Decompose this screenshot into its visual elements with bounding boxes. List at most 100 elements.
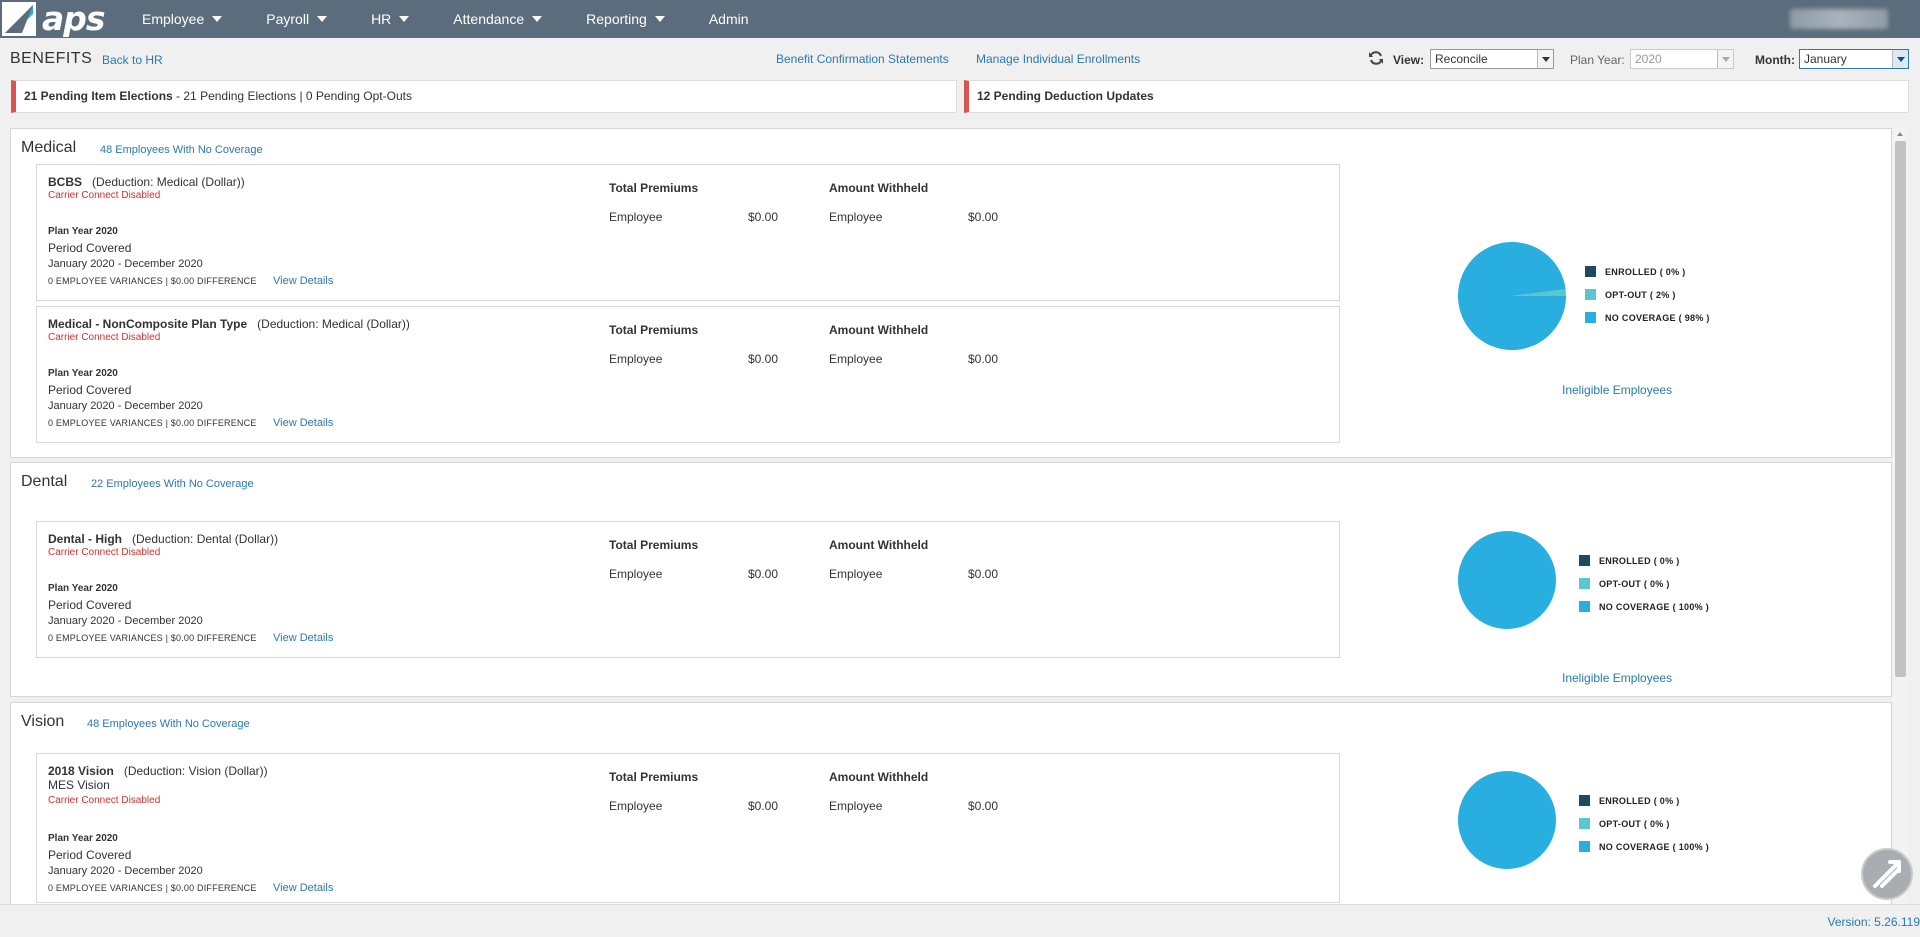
legend-enrolled-label: ENROLLED ( 0% ): [1599, 795, 1680, 806]
help-launcher-button[interactable]: [1861, 848, 1913, 900]
legend-optout: OPT-OUT ( 2% ): [1585, 283, 1710, 306]
plan-deduction: (Deduction: Dental (Dollar)): [132, 532, 279, 546]
pending-elections-banner[interactable]: 21 Pending Item Elections - 21 Pending E…: [11, 80, 957, 113]
plan-year-select[interactable]: 2020: [1630, 49, 1734, 69]
page-title: BENEFITS: [10, 50, 93, 67]
variances: 0 EMPLOYEE VARIANCES | $0.00 DIFFERENCE: [48, 418, 257, 428]
no-coverage-link[interactable]: 48 Employees With No Coverage: [100, 144, 263, 156]
version-text: Version: 5.26.119: [1827, 915, 1920, 929]
pending-elections-count: 21 Pending Item Elections: [24, 89, 173, 103]
plan-year: Plan Year 2020: [48, 583, 118, 594]
legend-swatch-optout: [1579, 578, 1590, 589]
legend-optout: OPT-OUT ( 0% ): [1579, 812, 1709, 835]
amount-withheld-header: Amount Withheld: [829, 770, 929, 784]
chevron-down-icon: [1537, 50, 1553, 68]
refresh-icon[interactable]: [1368, 50, 1384, 66]
withheld-employee-value: $0.00: [968, 210, 999, 224]
amount-withheld-header: Amount Withheld: [829, 538, 929, 552]
legend-nocoverage-label: NO COVERAGE ( 98% ): [1605, 312, 1710, 323]
withheld-employee-label: Employee: [829, 210, 883, 224]
nav-reporting[interactable]: Reporting: [586, 11, 665, 27]
manage-enrollments-link[interactable]: Manage Individual Enrollments: [976, 52, 1140, 66]
carrier-status: Carrier Connect Disabled: [48, 795, 161, 806]
legend-swatch-optout: [1585, 289, 1596, 300]
premium-employee-label: Employee: [609, 567, 663, 581]
view-label: View:: [1393, 53, 1425, 67]
chevron-down-icon: [532, 16, 543, 22]
withheld-employee-value: $0.00: [968, 799, 999, 813]
legend-optout-label: OPT-OUT ( 2% ): [1605, 289, 1676, 300]
pie-legend: ENROLLED ( 0% ) OPT-OUT ( 0% ) NO COVERA…: [1579, 549, 1709, 618]
no-coverage-link[interactable]: 22 Employees With No Coverage: [91, 478, 254, 490]
coverage-pie-chart: [1458, 771, 1556, 869]
view-details-link[interactable]: View Details: [273, 882, 333, 894]
withheld-employee-label: Employee: [829, 567, 883, 581]
benefit-confirmation-link[interactable]: Benefit Confirmation Statements: [776, 52, 949, 66]
legend-enrolled-label: ENROLLED ( 0% ): [1599, 555, 1680, 566]
total-premiums-header: Total Premiums: [609, 181, 699, 195]
legend-swatch-optout: [1579, 818, 1590, 829]
plan-name-line: BCBS (Deduction: Medical (Dollar)): [48, 175, 245, 189]
page-header: BENEFITS Back to HR Benefit Confirmation…: [0, 38, 1920, 78]
pie-legend: ENROLLED ( 0% ) OPT-OUT ( 2% ) NO COVERA…: [1585, 260, 1710, 329]
no-coverage-link[interactable]: 48 Employees With No Coverage: [87, 718, 250, 730]
section-dental: Dental 22 Employees With No Coverage Den…: [10, 462, 1892, 697]
nav-attendance[interactable]: Attendance: [453, 11, 543, 27]
nav-attendance-label: Attendance: [453, 11, 525, 27]
withheld-employee-value: $0.00: [968, 352, 999, 366]
carrier-status: Carrier Connect Disabled: [48, 190, 161, 201]
nav-admin-label: Admin: [708, 11, 749, 27]
legend-swatch-nocoverage: [1585, 312, 1596, 323]
back-to-hr-link[interactable]: Back to HR: [102, 53, 163, 67]
plan-deduction: (Deduction: Medical (Dollar)): [257, 317, 410, 331]
footer: Version: 5.26.119: [0, 904, 1920, 937]
scrollbar-thumb[interactable]: [1895, 141, 1906, 677]
chevron-down-icon: [1717, 50, 1733, 68]
premium-employee-label: Employee: [609, 210, 663, 224]
plan-year-label: Plan Year:: [1570, 53, 1625, 67]
plan-year-select-value: 2020: [1635, 52, 1662, 66]
nav-reporting-label: Reporting: [586, 11, 647, 27]
legend-optout: OPT-OUT ( 0% ): [1579, 572, 1709, 595]
nav-hr[interactable]: HR: [371, 11, 410, 27]
content-scrollbar[interactable]: [1893, 128, 1907, 904]
variances: 0 EMPLOYEE VARIANCES | $0.00 DIFFERENCE: [48, 633, 257, 643]
pie-legend: ENROLLED ( 0% ) OPT-OUT ( 0% ) NO COVERA…: [1579, 789, 1709, 858]
plan-name-line: Dental - High (Deduction: Dental (Dollar…: [48, 532, 278, 546]
month-select[interactable]: January: [1799, 49, 1909, 69]
scroll-up-icon[interactable]: [1893, 128, 1907, 140]
plan-card: BCBS (Deduction: Medical (Dollar)) Carri…: [36, 164, 1340, 301]
benefits-list: Medical 48 Employees With No Coverage BC…: [10, 128, 1892, 904]
premium-employee-value: $0.00: [748, 210, 779, 224]
view-select[interactable]: Reconcile: [1430, 49, 1554, 69]
view-details-link[interactable]: View Details: [273, 417, 333, 429]
pending-deductions-banner[interactable]: 12 Pending Deduction Updates: [964, 80, 1909, 113]
plan-deduction: (Deduction: Medical (Dollar)): [92, 175, 245, 189]
premium-employee-label: Employee: [609, 799, 663, 813]
aps-logo[interactable]: aps: [0, 0, 125, 38]
pie-slice-nocoverage: [1458, 771, 1556, 869]
legend-nocoverage-label: NO COVERAGE ( 100% ): [1599, 841, 1710, 852]
legend-nocoverage: NO COVERAGE ( 100% ): [1579, 595, 1709, 618]
plan-year: Plan Year 2020: [48, 833, 118, 844]
ineligible-employees-link[interactable]: Ineligible Employees: [1562, 383, 1672, 397]
withheld-employee-label: Employee: [829, 352, 883, 366]
nav-employee[interactable]: Employee: [142, 11, 223, 27]
legend-enrolled: ENROLLED ( 0% ): [1579, 789, 1709, 812]
coverage-pie-chart: [1458, 531, 1556, 629]
pie-slice-nocoverage: [1458, 531, 1556, 629]
legend-enrolled: ENROLLED ( 0% ): [1585, 260, 1710, 283]
view-details-link[interactable]: View Details: [273, 275, 333, 287]
plan-card: 2018 Vision (Deduction: Vision (Dollar))…: [36, 753, 1340, 903]
nav-payroll[interactable]: Payroll: [266, 11, 328, 27]
legend-enrolled: ENROLLED ( 0% ): [1579, 549, 1709, 572]
user-menu[interactable]: [1790, 9, 1888, 29]
ineligible-employees-link[interactable]: Ineligible Employees: [1562, 671, 1672, 685]
plan-name: BCBS: [48, 175, 83, 189]
month-label: Month:: [1755, 53, 1795, 67]
view-details-link[interactable]: View Details: [273, 632, 333, 644]
nav-admin[interactable]: Admin: [709, 11, 749, 27]
plan-card: Medical - NonComposite Plan Type (Deduct…: [36, 306, 1340, 443]
variances: 0 EMPLOYEE VARIANCES | $0.00 DIFFERENCE: [48, 276, 257, 286]
aps-logo-icon: [1873, 860, 1901, 888]
